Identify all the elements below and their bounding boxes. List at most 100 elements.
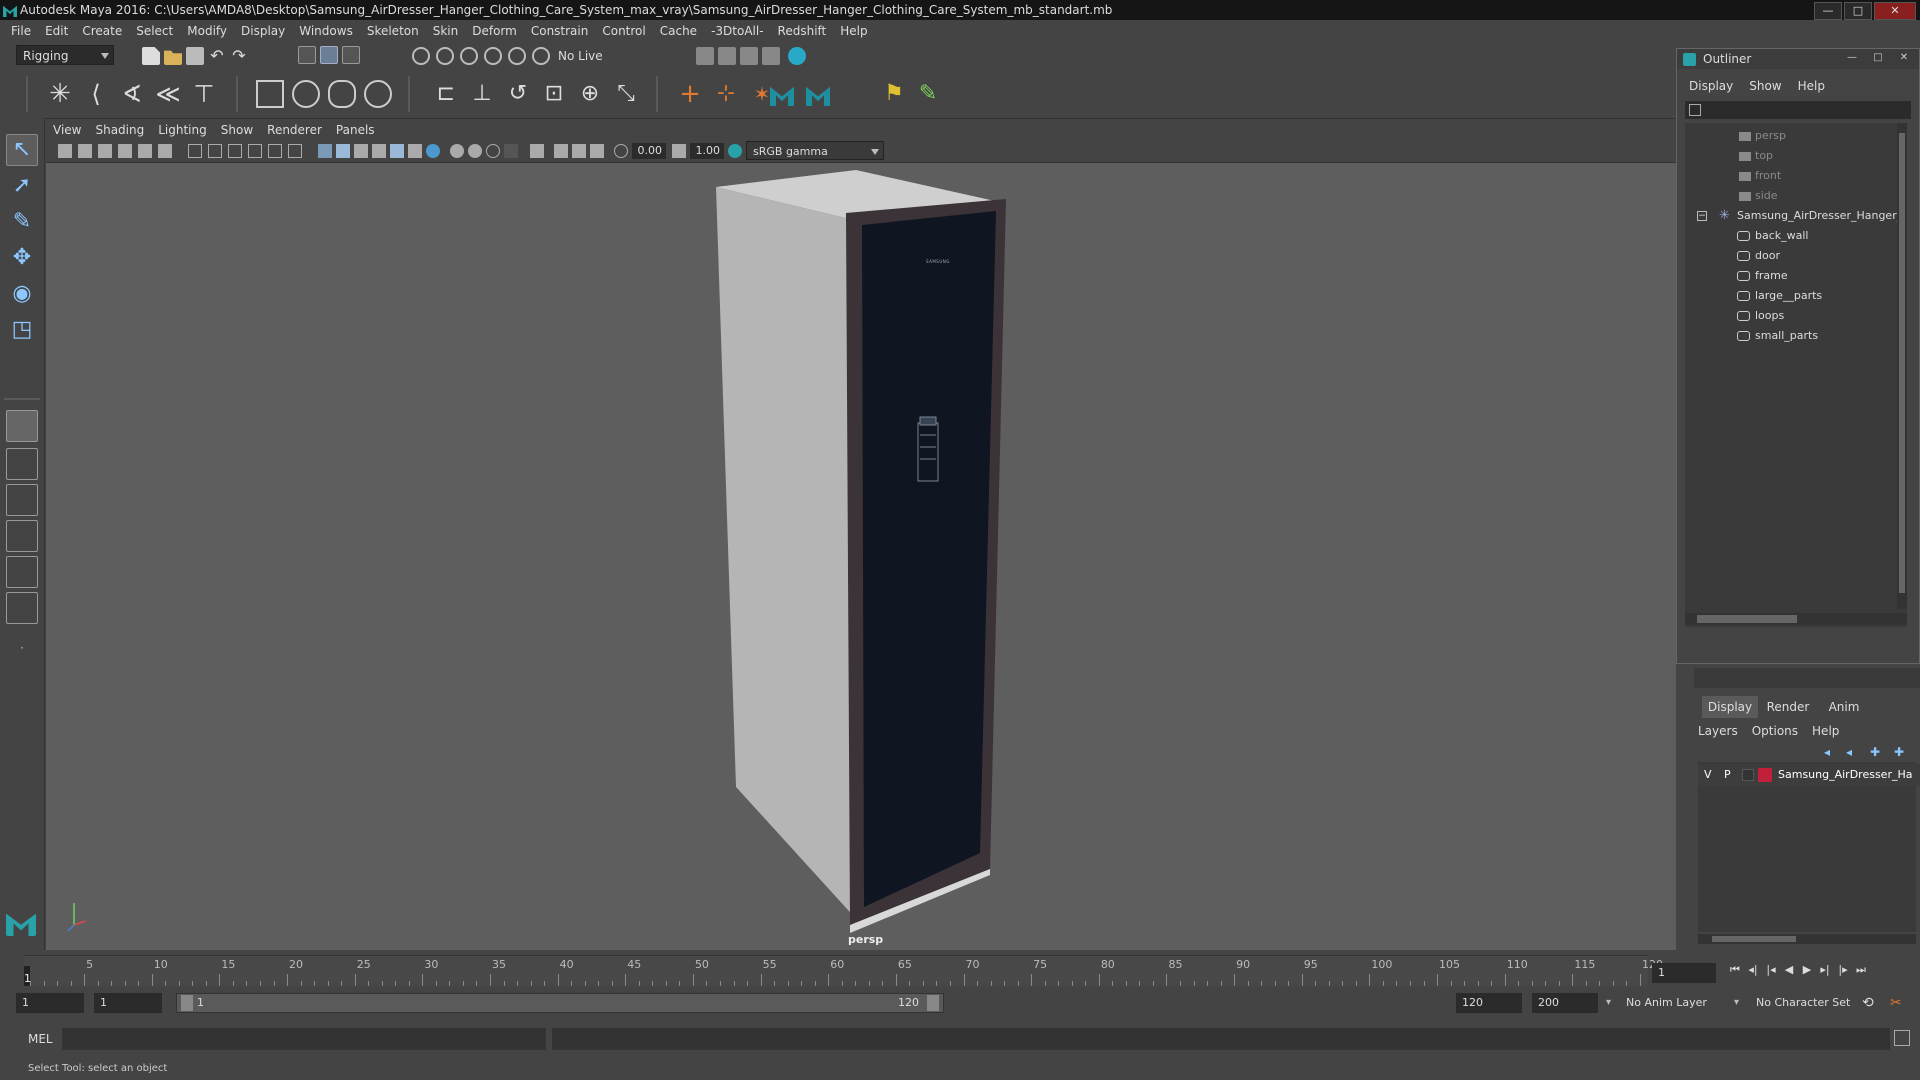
menu-edit[interactable]: Edit [38,24,75,38]
menu-3dtoall[interactable]: -3DtoAll- [704,24,770,38]
command-input[interactable] [62,1028,546,1050]
wrap-deformer-icon[interactable] [328,80,356,108]
snap-live-icon[interactable] [532,47,550,65]
close-button[interactable]: ✕ [1874,2,1916,20]
step-forward-frame-icon[interactable]: |▸ [1836,963,1850,977]
gamma-field[interactable]: 1.00 [690,143,724,159]
minimize-button[interactable]: — [1814,2,1842,20]
outliner-menu-display[interactable]: Display [1689,79,1745,97]
select-by-object-icon[interactable] [320,46,338,64]
bookmark-icon[interactable] [98,144,112,158]
four-view-layout-icon[interactable] [6,448,38,480]
layer-visibility-toggle[interactable]: V [1704,764,1712,786]
character-set-dropdown[interactable]: No Character Set [1750,993,1862,1013]
xray-joints-icon[interactable] [590,144,604,158]
script-language-label[interactable]: MEL [28,1032,53,1046]
playback-start-field[interactable]: 1 [94,993,162,1013]
outliner-item-side[interactable]: side [1685,187,1907,205]
go-to-start-icon[interactable]: ⏮ [1728,963,1742,977]
new-layer-icon[interactable]: ✚ [1870,746,1884,758]
panel-menu-shading[interactable]: Shading [88,123,151,137]
film-gate-icon[interactable] [208,144,222,158]
exposure-icon[interactable] [614,144,628,158]
maximize-button[interactable]: □ [1844,2,1872,20]
menu-file[interactable]: File [4,24,38,38]
render-current-frame-icon[interactable] [718,47,736,65]
ipr-render-icon[interactable] [740,47,758,65]
play-backwards-icon[interactable]: ◀ [1782,963,1796,977]
outliner-graph-layout-icon[interactable] [6,592,38,624]
layer-menu-help[interactable]: Help [1812,724,1839,738]
wireframe-on-shaded-icon[interactable] [372,144,386,158]
perspective-viewport[interactable]: SAMSUNG [46,163,1676,950]
auto-key-icon[interactable]: ⟲ [1862,993,1880,1013]
outliner-close-button[interactable]: ✕ [1893,51,1915,65]
panel-menu-show[interactable]: Show [214,123,260,137]
current-frame-field[interactable]: 1 [1652,963,1716,983]
mirror-joint-icon[interactable]: ⊤ [190,80,218,108]
live-surface-field[interactable]: No Live Surface [552,46,644,83]
menu-help[interactable]: Help [833,24,874,38]
joint-tool-icon[interactable]: ✳ [46,80,74,108]
tab-display[interactable]: Display [1702,696,1758,718]
move-layer-down-icon[interactable]: ◂ [1846,746,1860,758]
smooth-shade-icon[interactable] [336,144,350,158]
layer-display-type[interactable] [1742,769,1754,781]
scrollbar-thumb[interactable] [1712,936,1796,942]
field-chart-icon[interactable] [268,144,282,158]
menuset-dropdown[interactable]: Rigging [16,45,114,65]
select-tool-icon[interactable]: ↖ [6,134,38,166]
menu-skin[interactable]: Skin [426,24,466,38]
paint-weights-icon[interactable]: ⚑ [880,80,908,108]
insert-joint-icon[interactable]: ≪ [154,80,182,108]
joint-orient-icon[interactable]: ⊹ [712,80,740,108]
image-plane-icon[interactable] [118,144,132,158]
menu-skeleton[interactable]: Skeleton [360,24,426,38]
tab-render[interactable]: Render [1760,696,1816,718]
step-back-key-icon[interactable]: |◂ [1764,963,1778,977]
menu-modify[interactable]: Modify [180,24,234,38]
new-scene-icon[interactable] [142,47,160,65]
scale-constraint-icon[interactable]: ⊡ [540,80,568,108]
save-scene-icon[interactable] [186,47,204,65]
panel-menu-lighting[interactable]: Lighting [151,123,214,137]
view-transform-dropdown[interactable]: sRGB gamma [746,141,884,160]
outliner-item-front[interactable]: front [1685,167,1907,185]
animation-end-field[interactable]: 200 [1532,993,1598,1013]
redo-icon[interactable]: ↷ [230,47,248,65]
lasso-tool-icon[interactable]: ➚ [6,170,38,202]
parent-constraint-icon[interactable]: ⊏ [432,80,460,108]
menu-control[interactable]: Control [595,24,652,38]
grid-icon[interactable] [188,144,202,158]
tab-anim[interactable]: Anim [1818,696,1870,718]
snap-grid-icon[interactable] [412,47,430,65]
outliner-item-back-wall[interactable]: back_wall [1685,227,1907,245]
menu-create[interactable]: Create [75,24,129,38]
grease-pencil-icon[interactable] [158,144,172,158]
layer-menu-layers[interactable]: Layers [1698,724,1738,738]
ik-spline-icon[interactable]: ∢ [118,80,146,108]
persp-graph-layout-icon[interactable] [6,520,38,552]
menu-select[interactable]: Select [129,24,180,38]
xray-active-components-icon[interactable] [572,144,586,158]
outliner-item-loops[interactable]: loops [1685,307,1907,325]
outliner-menu-help[interactable]: Help [1798,79,1837,97]
play-forwards-icon[interactable]: ▶ [1800,963,1814,977]
layer-color-swatch[interactable] [1758,768,1772,782]
xray-icon[interactable] [554,144,568,158]
default-material-icon[interactable] [354,144,368,158]
panel-menu-renderer[interactable]: Renderer [260,123,329,137]
wireframe-icon[interactable] [318,144,332,158]
step-forward-key-icon[interactable]: ▸| [1818,963,1832,977]
snap-point-icon[interactable] [460,47,478,65]
quick-rig-icon[interactable] [806,86,830,106]
shadows-icon[interactable] [426,144,440,158]
gate-mask-icon[interactable] [248,144,262,158]
snap-projected-center-icon[interactable] [484,47,502,65]
move-tool-icon[interactable]: ✥ [6,242,38,274]
select-by-hierarchy-icon[interactable] [298,46,316,64]
select-camera-icon[interactable] [58,144,72,158]
menu-deform[interactable]: Deform [465,24,524,38]
use-all-lights-icon[interactable] [408,144,422,158]
outliner-minimize-button[interactable]: — [1841,51,1863,65]
